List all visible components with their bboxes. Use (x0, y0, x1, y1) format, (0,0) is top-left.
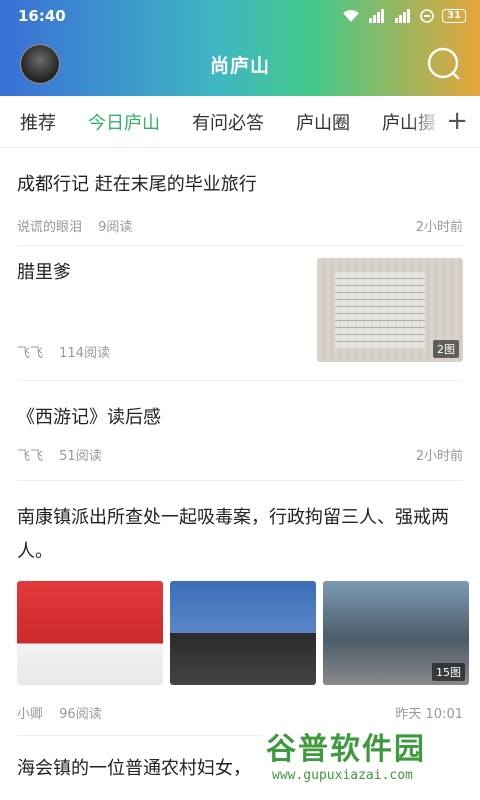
avatar[interactable] (20, 44, 60, 84)
item-title: 南康镇派出所查处一起吸毒案，行政拘留三人、强戒两人。 (17, 507, 449, 562)
status-icons: 31 (342, 9, 466, 23)
page-title: 尚庐山 (209, 54, 270, 77)
item-meta: 小卿 96阅读 昨天 10:01 (17, 703, 463, 722)
wifi-icon (343, 10, 360, 22)
item-author: 说谎的眼泪 (17, 220, 83, 235)
tab-today-lushan[interactable]: 今日庐山 (68, 109, 160, 135)
watermark-url: www.gupuxiazai.com (272, 768, 413, 783)
item-meta: 飞飞 114阅读 (17, 342, 297, 361)
feed-item[interactable]: 《西游记》读后感 飞飞 51阅读 2小时前 (17, 381, 463, 481)
item-thumbnail: 15图 (323, 581, 469, 685)
tab-qa[interactable]: 有问必答 (172, 109, 264, 135)
news-feed: 成都行记 赶在末尾的毕业旅行 说谎的眼泪 9阅读 2小时前 腊里爹 2图 飞飞 … (0, 150, 480, 796)
item-title: 成都行记 赶在末尾的毕业旅行 (17, 174, 257, 195)
tab-lushan-circle[interactable]: 庐山圈 (276, 109, 350, 135)
image-count-badge: 2图 (433, 340, 459, 358)
image-count-badge: 15图 (432, 663, 465, 681)
feed-item[interactable]: 腊里爹 2图 飞飞 114阅读 (17, 246, 463, 381)
item-reads: 114阅读 (59, 346, 110, 361)
item-time: 2小时前 (415, 449, 463, 464)
status-bar: 16:40 31 (0, 0, 480, 32)
tab-fade (410, 96, 480, 147)
dnd-icon (420, 9, 434, 23)
item-title: 腊里爹 (17, 262, 71, 283)
item-time: 2小时前 (415, 220, 463, 235)
item-author: 飞飞 (17, 449, 44, 464)
add-tab-button[interactable]: + (446, 106, 468, 136)
item-meta: 飞飞 51阅读 2小时前 (17, 445, 463, 464)
search-icon[interactable] (426, 46, 462, 82)
item-thumbnail (170, 581, 316, 685)
item-reads: 96阅读 (59, 707, 102, 722)
watermark: 谷普软件园 www.gupuxiazai.com (262, 724, 480, 800)
signal-icon-2 (395, 9, 411, 23)
category-tabs: 推荐 今日庐山 有问必答 庐山圈 庐山摄 + (0, 96, 480, 148)
item-reads: 9阅读 (98, 220, 133, 235)
app-header: 尚庐山 (0, 32, 480, 96)
item-title: 《西游记》读后感 (17, 407, 161, 428)
watermark-brand: 谷普软件园 (266, 732, 426, 767)
item-time: 昨天 10:01 (395, 707, 463, 722)
battery-indicator: 31 (442, 9, 466, 23)
item-author: 小卿 (17, 707, 44, 722)
status-time: 16:40 (18, 7, 66, 25)
signal-icon (369, 9, 385, 23)
item-thumbnails: 15图 (17, 581, 469, 685)
item-author: 飞飞 (17, 346, 44, 361)
item-thumbnail (17, 581, 163, 685)
item-meta: 说谎的眼泪 9阅读 2小时前 (17, 216, 463, 235)
tab-recommend[interactable]: 推荐 (0, 109, 56, 135)
feed-item[interactable]: 南康镇派出所查处一起吸毒案，行政拘留三人、强戒两人。 15图 小卿 96阅读 昨… (17, 481, 469, 736)
item-title: 海会镇的一位普通农村妇女， (17, 758, 251, 779)
feed-item[interactable]: 成都行记 赶在末尾的毕业旅行 说谎的眼泪 9阅读 2小时前 (17, 150, 463, 246)
item-thumbnail: 2图 (317, 258, 463, 362)
item-reads: 51阅读 (59, 449, 102, 464)
